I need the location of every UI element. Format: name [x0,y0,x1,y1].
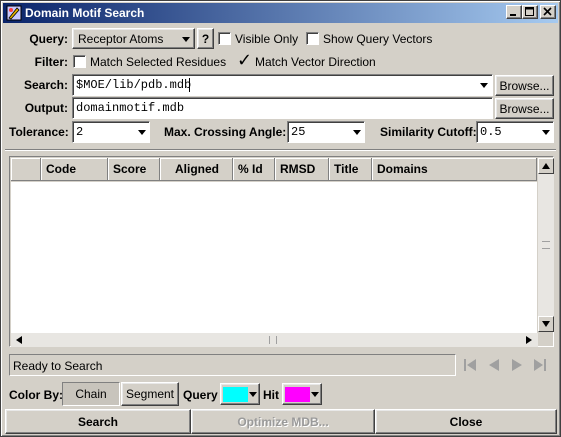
status-bar: Ready to Search [9,354,456,376]
column-header-score[interactable]: Score [108,158,160,181]
similarity-cutoff-label: Similarity Cutoff: [380,125,477,139]
next-icon [512,359,522,371]
scroll-up-button[interactable] [538,158,554,174]
query-color-label: Query [183,388,218,402]
max-crossing-angle-combo[interactable]: 25 [287,121,365,143]
query-selector[interactable]: Receptor Atoms [72,28,195,49]
skip-first-icon [464,359,476,371]
color-by-label: Color By: [9,388,63,402]
chevron-down-icon [542,130,550,135]
hit-color-swatch [285,387,310,402]
scroll-down-button[interactable] [538,316,554,332]
output-label: Output: [24,101,68,115]
hit-color-label: Hit [263,388,279,402]
triangle-right-icon[interactable] [523,333,535,347]
maximize-button[interactable] [522,5,538,19]
previous-icon [489,359,499,371]
checkmark-icon: ✓ [237,50,253,70]
search-button[interactable]: Search [5,409,191,434]
column-header-code[interactable]: Code [41,158,108,181]
search-label: Search: [23,78,68,92]
text-cursor [189,78,190,92]
chevron-down-icon [249,392,257,397]
search-database-input[interactable]: $MOE/lib/pdb.mdb [72,74,493,96]
chevron-down-icon[interactable] [478,78,490,92]
match-vector-direction-checkbox[interactable]: ✓ [237,50,253,70]
show-query-vectors-checkbox[interactable] [306,32,319,45]
window-title: Domain Motif Search [25,6,145,20]
triangle-up-icon [542,163,550,169]
query-label: Query: [29,32,68,46]
chain-toggle[interactable]: Chain [62,382,120,406]
status-text: Ready to Search [13,359,103,373]
horizontal-scrollbar[interactable] [11,333,538,347]
tolerance-label: Tolerance: [9,125,69,139]
visible-only-checkbox[interactable] [218,32,231,45]
chevron-down-icon [138,130,146,135]
column-header-percent-id[interactable]: % Id [233,158,275,181]
column-header-rmsd[interactable]: RMSD [275,158,329,181]
last-result-button[interactable] [530,355,550,375]
app-icon [6,5,22,21]
help-button[interactable]: ? [197,28,214,49]
column-header-aligned[interactable]: Aligned [160,158,233,181]
column-header-domains[interactable]: Domains [372,158,537,181]
close-window-button[interactable] [540,5,556,19]
next-result-button[interactable] [507,355,527,375]
search-database-value: $MOE/lib/pdb.mdb [76,78,192,92]
segment-toggle[interactable]: Segment [121,382,179,406]
close-icon [543,7,552,16]
max-crossing-angle-label: Max. Crossing Angle: [164,125,287,139]
search-browse-button[interactable]: Browse... [495,75,554,96]
vertical-scrollbar[interactable] [538,158,554,332]
output-browse-button[interactable]: Browse... [495,98,554,119]
chevron-down-icon [353,130,361,135]
match-selected-residues-label: Match Selected Residues [90,55,227,69]
column-header-title[interactable]: Title [329,158,372,181]
chevron-down-icon [311,392,319,397]
query-color-picker[interactable] [220,383,260,405]
tolerance-combo[interactable]: 2 [72,121,150,143]
visible-only-label: Visible Only [235,32,299,46]
close-button[interactable]: Close [375,409,557,434]
title-bar[interactable]: Domain Motif Search [3,3,558,23]
output-database-value: domainmotif.mdb [76,101,185,115]
triangle-left-icon[interactable] [13,333,25,347]
separator [5,149,556,151]
chevron-down-icon [182,37,190,42]
query-selector-value: Receptor Atoms [78,32,164,46]
table-body[interactable] [11,182,537,333]
previous-result-button[interactable] [484,355,504,375]
triangle-down-icon [542,321,550,327]
optimize-mdb-button[interactable]: Optimize MDB... [191,409,375,434]
scroll-grip-icon [542,241,550,249]
dialog-window: Domain Motif Search Query: Receptor Atom… [0,0,561,437]
query-color-swatch [223,387,248,402]
similarity-cutoff-combo[interactable]: 0.5 [476,121,554,143]
show-query-vectors-label: Show Query Vectors [323,32,433,46]
scroll-grip-icon [269,336,277,344]
minimize-button[interactable] [506,5,522,19]
match-vector-direction-label: Match Vector Direction [255,55,376,69]
skip-last-icon [534,359,546,371]
column-header-select[interactable] [11,158,41,181]
match-selected-residues-checkbox[interactable] [73,55,86,68]
filter-label: Filter: [34,55,68,69]
output-database-input[interactable]: domainmotif.mdb [72,97,493,119]
first-result-button[interactable] [461,355,481,375]
hit-color-picker[interactable] [282,383,322,405]
results-table: Code Score Aligned % Id RMSD Title Domai… [9,156,554,347]
